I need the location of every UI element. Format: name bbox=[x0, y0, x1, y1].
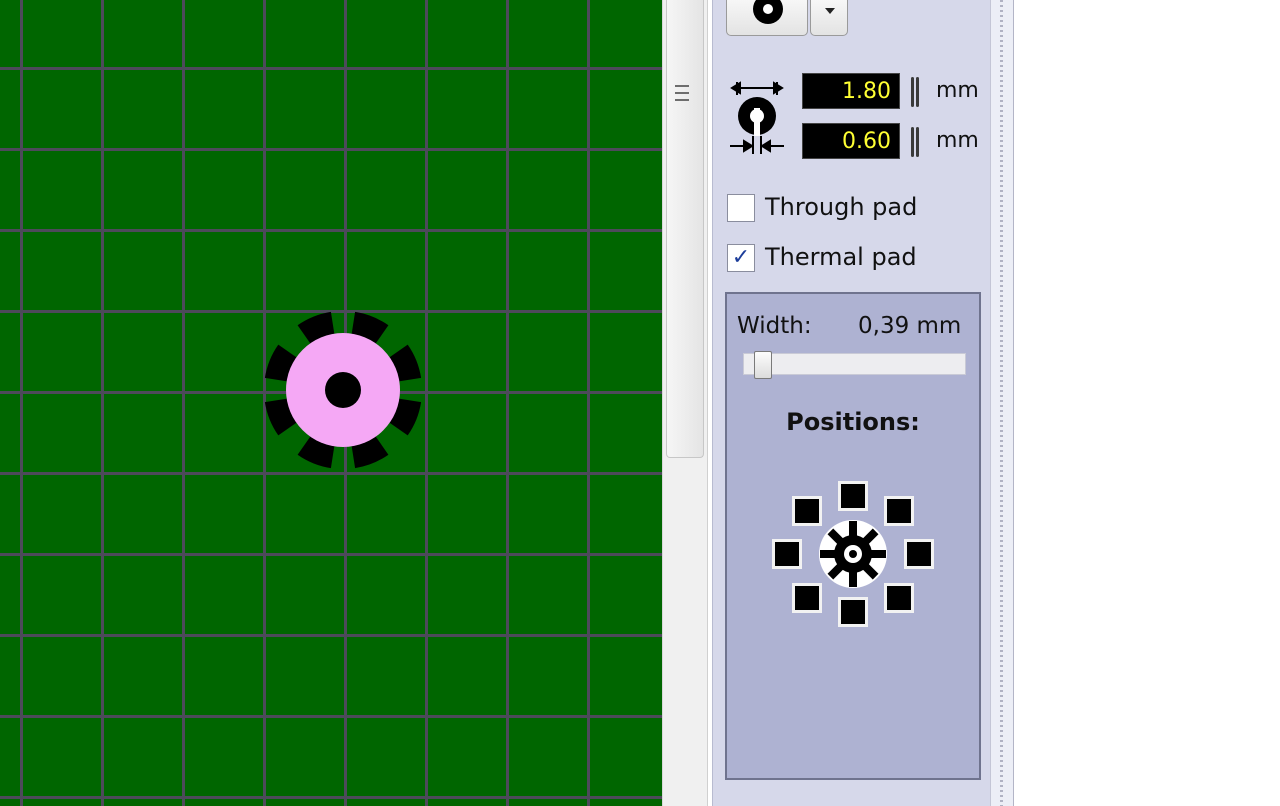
pad-diameter-field[interactable]: 1.80 bbox=[802, 73, 900, 109]
thermal-width-slider[interactable] bbox=[743, 353, 966, 375]
scrollbar-thumb[interactable] bbox=[666, 0, 704, 458]
scroll-grip-icon bbox=[675, 85, 689, 87]
pad-shape-button[interactable] bbox=[726, 0, 808, 36]
scroll-grip-icon bbox=[675, 92, 689, 94]
vertical-scrollbar[interactable] bbox=[662, 0, 708, 806]
thermal-pad-element[interactable] bbox=[255, 302, 431, 478]
pad-drill-hole bbox=[325, 372, 361, 408]
thermal-pad-label: Thermal pad bbox=[765, 243, 917, 271]
round-pad-icon bbox=[753, 0, 783, 24]
pad-diameter-unit: mm bbox=[936, 78, 979, 103]
through-pad-label: Through pad bbox=[765, 193, 918, 221]
thermal-width-label: Width: bbox=[737, 313, 812, 339]
hole-diameter-field[interactable]: 0.60 bbox=[802, 123, 900, 159]
position-top-button[interactable] bbox=[838, 481, 868, 511]
position-right-button[interactable] bbox=[904, 539, 934, 569]
hole-diameter-spinner[interactable] bbox=[909, 127, 921, 157]
thermal-preview-icon bbox=[819, 520, 887, 588]
pad-shape-dropdown-button[interactable] bbox=[810, 0, 848, 36]
thermal-pad-checkbox[interactable]: ✓ bbox=[727, 244, 755, 272]
positions-heading: Positions: bbox=[786, 408, 920, 436]
position-bottom-button[interactable] bbox=[838, 597, 868, 627]
position-left-button[interactable] bbox=[772, 539, 802, 569]
scroll-grip-icon bbox=[675, 99, 689, 101]
hole-diameter-unit: mm bbox=[936, 128, 979, 153]
pad-size-icon bbox=[730, 81, 784, 154]
thermal-width-value: 0,39 mm bbox=[858, 313, 962, 339]
layout-canvas[interactable] bbox=[0, 0, 662, 806]
thermal-width-slider-thumb[interactable] bbox=[754, 351, 772, 379]
panel-splitter[interactable] bbox=[990, 0, 1014, 806]
pad-diameter-spinner[interactable] bbox=[909, 77, 921, 107]
through-pad-checkbox[interactable] bbox=[727, 194, 755, 222]
